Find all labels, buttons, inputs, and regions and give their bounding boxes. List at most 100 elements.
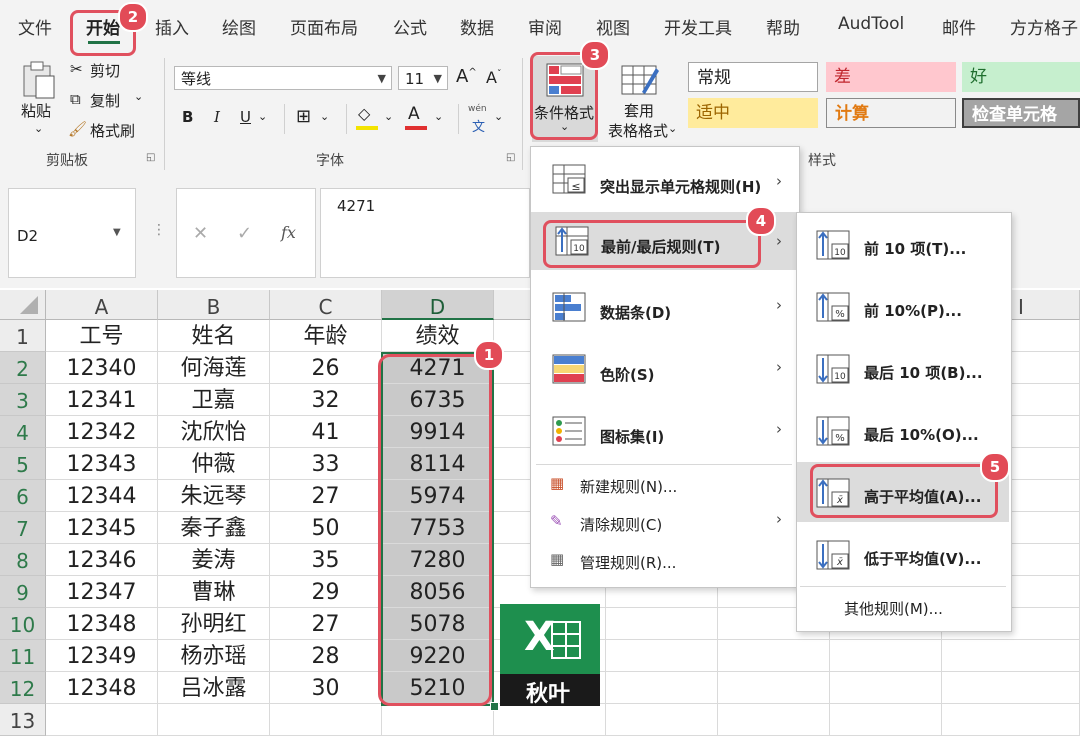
font-size-combo[interactable]: 11 ▼	[398, 66, 448, 90]
tab-insert[interactable]: 插入	[155, 14, 189, 39]
cut-button[interactable]: 剪切	[90, 60, 120, 81]
empty-cell[interactable]	[494, 704, 606, 736]
tab-mail[interactable]: 邮件	[942, 14, 976, 39]
table-cell[interactable]: 12345	[46, 512, 158, 544]
increase-font-icon[interactable]: A^	[456, 66, 477, 87]
menu-highlight-cells-rules[interactable]: 突出显示单元格规则(H)	[600, 176, 761, 197]
paste-dropdown-icon[interactable]: ⌄	[34, 122, 43, 135]
table-cell[interactable]: 30	[270, 672, 382, 704]
table-cell[interactable]: 何海莲	[158, 352, 270, 384]
border-icon[interactable]: ⊞	[296, 106, 311, 127]
phonetic-icon[interactable]: 文	[472, 116, 485, 135]
fill-handle[interactable]	[490, 702, 499, 711]
tab-view[interactable]: 视图	[596, 14, 630, 39]
table-cell[interactable]: 28	[270, 640, 382, 672]
insert-function-button[interactable]: fx	[281, 223, 296, 242]
table-cell[interactable]: 50	[270, 512, 382, 544]
fill-color-dropdown-icon[interactable]: ⌄	[384, 110, 393, 123]
column-header-i[interactable]: I	[1018, 290, 1024, 324]
table-cell[interactable]: 吕冰露	[158, 672, 270, 704]
table-cell[interactable]: 姜涛	[158, 544, 270, 576]
style-neutral[interactable]: 适中	[688, 98, 818, 128]
style-normal[interactable]: 常规	[688, 62, 818, 92]
row-header[interactable]: 13	[0, 704, 46, 736]
column-header-d[interactable]: D	[382, 290, 494, 320]
empty-cell[interactable]	[718, 640, 830, 672]
tab-help[interactable]: 帮助	[766, 14, 800, 39]
style-check-cell[interactable]: 检查单元格	[962, 98, 1080, 128]
tab-data[interactable]: 数据	[460, 14, 494, 39]
table-cell[interactable]: 12349	[46, 640, 158, 672]
table-cell[interactable]: 杨亦瑶	[158, 640, 270, 672]
row-header[interactable]: 8	[0, 544, 46, 576]
tab-audtool[interactable]: AudTool	[838, 14, 904, 34]
table-cell[interactable]: 12344	[46, 480, 158, 512]
copy-button[interactable]: 复制	[90, 90, 120, 111]
row-header[interactable]: 10	[0, 608, 46, 640]
empty-cell[interactable]	[158, 704, 270, 736]
table-cell[interactable]: 秦子鑫	[158, 512, 270, 544]
table-cell[interactable]: 35	[270, 544, 382, 576]
italic-button[interactable]: I	[214, 108, 220, 126]
tab-developer[interactable]: 开发工具	[664, 14, 732, 39]
submenu-bottom-10-percent[interactable]: 最后 10%(O)...	[864, 424, 979, 445]
submenu-more-rules[interactable]: 其他规则(M)...	[844, 598, 943, 619]
phonetic-icon-top[interactable]: wén	[468, 104, 487, 114]
row-header[interactable]: 7	[0, 512, 46, 544]
menu-new-rule[interactable]: 新建规则(N)...	[580, 476, 677, 497]
table-cell[interactable]: 12348	[46, 672, 158, 704]
copy-dropdown-icon[interactable]: ⌄	[134, 90, 143, 103]
empty-cell[interactable]	[606, 672, 718, 704]
menu-manage-rules[interactable]: 管理规则(R)...	[580, 552, 676, 573]
empty-cell[interactable]	[270, 704, 382, 736]
table-cell[interactable]: 12341	[46, 384, 158, 416]
empty-cell[interactable]	[46, 704, 158, 736]
copy-icon[interactable]: ⧉	[70, 90, 81, 108]
table-cell[interactable]: 41	[270, 416, 382, 448]
tab-page-layout[interactable]: 页面布局	[290, 14, 358, 39]
table-cell[interactable]: 32	[270, 384, 382, 416]
format-painter-button[interactable]: 格式刷	[90, 120, 135, 141]
column-header-b[interactable]: B	[158, 290, 270, 320]
paste-icon[interactable]	[18, 60, 58, 99]
row-header[interactable]: 9	[0, 576, 46, 608]
row-header[interactable]: 5	[0, 448, 46, 480]
table-cell[interactable]: 27	[270, 608, 382, 640]
submenu-bottom-10-items[interactable]: 最后 10 项(B)...	[864, 362, 983, 383]
style-bad[interactable]: 差	[826, 62, 956, 92]
table-cell[interactable]: 29	[270, 576, 382, 608]
table-cell[interactable]: 26	[270, 352, 382, 384]
header-cell[interactable]: 姓名	[158, 320, 270, 352]
apply-table-label-2[interactable]: 表格格式	[608, 120, 668, 141]
empty-cell[interactable]	[718, 704, 830, 736]
row-header[interactable]: 4	[0, 416, 46, 448]
empty-cell[interactable]	[718, 672, 830, 704]
tab-fangfanggezi[interactable]: 方方格子	[1010, 14, 1078, 39]
row-header[interactable]: 2	[0, 352, 46, 384]
row-header[interactable]: 1	[0, 320, 46, 352]
clipboard-launcher-icon[interactable]: ◱	[146, 152, 155, 163]
table-cell[interactable]: 卫嘉	[158, 384, 270, 416]
table-cell[interactable]: 沈欣怡	[158, 416, 270, 448]
row-header[interactable]: 12	[0, 672, 46, 704]
empty-cell[interactable]	[942, 672, 1080, 704]
underline-button[interactable]: U	[240, 108, 251, 126]
table-cell[interactable]: 12342	[46, 416, 158, 448]
empty-cell[interactable]	[830, 704, 942, 736]
table-cell[interactable]: 33	[270, 448, 382, 480]
style-good[interactable]: 好	[962, 62, 1080, 92]
font-color-dropdown-icon[interactable]: ⌄	[434, 110, 443, 123]
empty-cell[interactable]	[382, 704, 494, 736]
table-cell[interactable]: 12348	[46, 608, 158, 640]
submenu-below-average[interactable]: 低于平均值(V)...	[864, 548, 981, 569]
table-cell[interactable]: 12343	[46, 448, 158, 480]
empty-cell[interactable]	[942, 704, 1080, 736]
phonetic-dropdown-icon[interactable]: ⌄	[494, 110, 503, 123]
empty-cell[interactable]	[606, 704, 718, 736]
table-cell[interactable]: 朱远琴	[158, 480, 270, 512]
column-header-c[interactable]: C	[270, 290, 382, 320]
menu-icon-sets[interactable]: 图标集(I)	[600, 426, 664, 447]
empty-cell[interactable]	[606, 640, 718, 672]
table-cell[interactable]: 12347	[46, 576, 158, 608]
fill-color-icon[interactable]: ◇	[358, 104, 370, 123]
